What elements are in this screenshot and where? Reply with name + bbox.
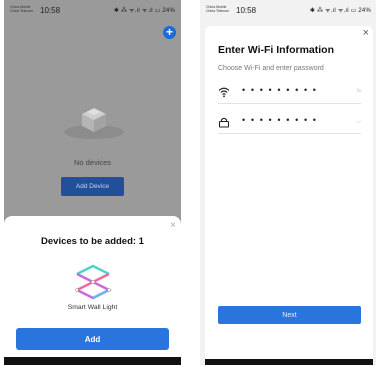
- wifi-password-field[interactable]: • • • • • • • • • ◡: [218, 112, 361, 134]
- dialog-title: Enter Wi-Fi Information: [218, 44, 334, 56]
- status-time: 10:58: [236, 6, 257, 15]
- add-device-button[interactable]: Add Device: [61, 177, 124, 196]
- next-button[interactable]: Next: [218, 306, 361, 324]
- add-button[interactable]: Add: [16, 328, 169, 350]
- device-name: Smart Wall Light: [67, 304, 118, 311]
- wifi-dialog: × Enter Wi-Fi Information Choose Wi-Fi a…: [205, 26, 373, 365]
- wifi-icon: [218, 87, 230, 98]
- sheet-title: Devices to be added: 1: [41, 236, 144, 247]
- close-icon[interactable]: ×: [363, 27, 369, 39]
- status-bar: China Mobile China Telecom 10:58 ✱ ⁂ ᯤ.ı…: [4, 0, 181, 22]
- empty-devices-illustration: [64, 108, 124, 139]
- wifi-ssid-field[interactable]: • • • • • • • • • ⇆: [218, 82, 361, 104]
- devices-to-add-sheet: × Devices to be added: 1 Smart Wall Ligh…: [4, 216, 181, 365]
- carrier-label: China Mobile China Telecom: [206, 5, 230, 13]
- switch-network-icon[interactable]: ⇆: [357, 88, 361, 94]
- dialog-subtitle: Choose Wi-Fi and enter password: [218, 65, 324, 72]
- status-icons: ✱ ⁂ ᯤ.ıl ᯤ.ıl ▭ 24%: [309, 8, 371, 14]
- show-password-icon[interactable]: ◡: [357, 118, 361, 124]
- smart-wall-light-icon[interactable]: [71, 264, 115, 304]
- status-icons: ✱ ⁂ ᯤ.ıl ᯤ.ıl ▭ 24%: [113, 8, 175, 14]
- wifi-info-screen: China Mobile China Telecom 10:58 ✱ ⁂ ᯤ.ı…: [200, 0, 376, 365]
- carrier-label: China Mobile China Telecom: [10, 5, 34, 13]
- device-list-screen: China Mobile China Telecom 10:58 ✱ ⁂ ᯤ.ı…: [4, 0, 181, 365]
- close-icon[interactable]: ×: [170, 220, 176, 231]
- navigation-bar: [205, 359, 373, 365]
- status-bar: China Mobile China Telecom 10:58 ✱ ⁂ ᯤ.ı…: [200, 0, 376, 22]
- navigation-bar: [4, 357, 181, 365]
- add-icon[interactable]: +: [163, 26, 176, 39]
- lock-icon: [218, 117, 230, 128]
- wifi-password-value: • • • • • • • • •: [242, 115, 318, 125]
- wifi-ssid-value: • • • • • • • • •: [242, 85, 318, 95]
- no-devices-text: No devices: [73, 158, 112, 167]
- status-time: 10:58: [40, 6, 61, 15]
